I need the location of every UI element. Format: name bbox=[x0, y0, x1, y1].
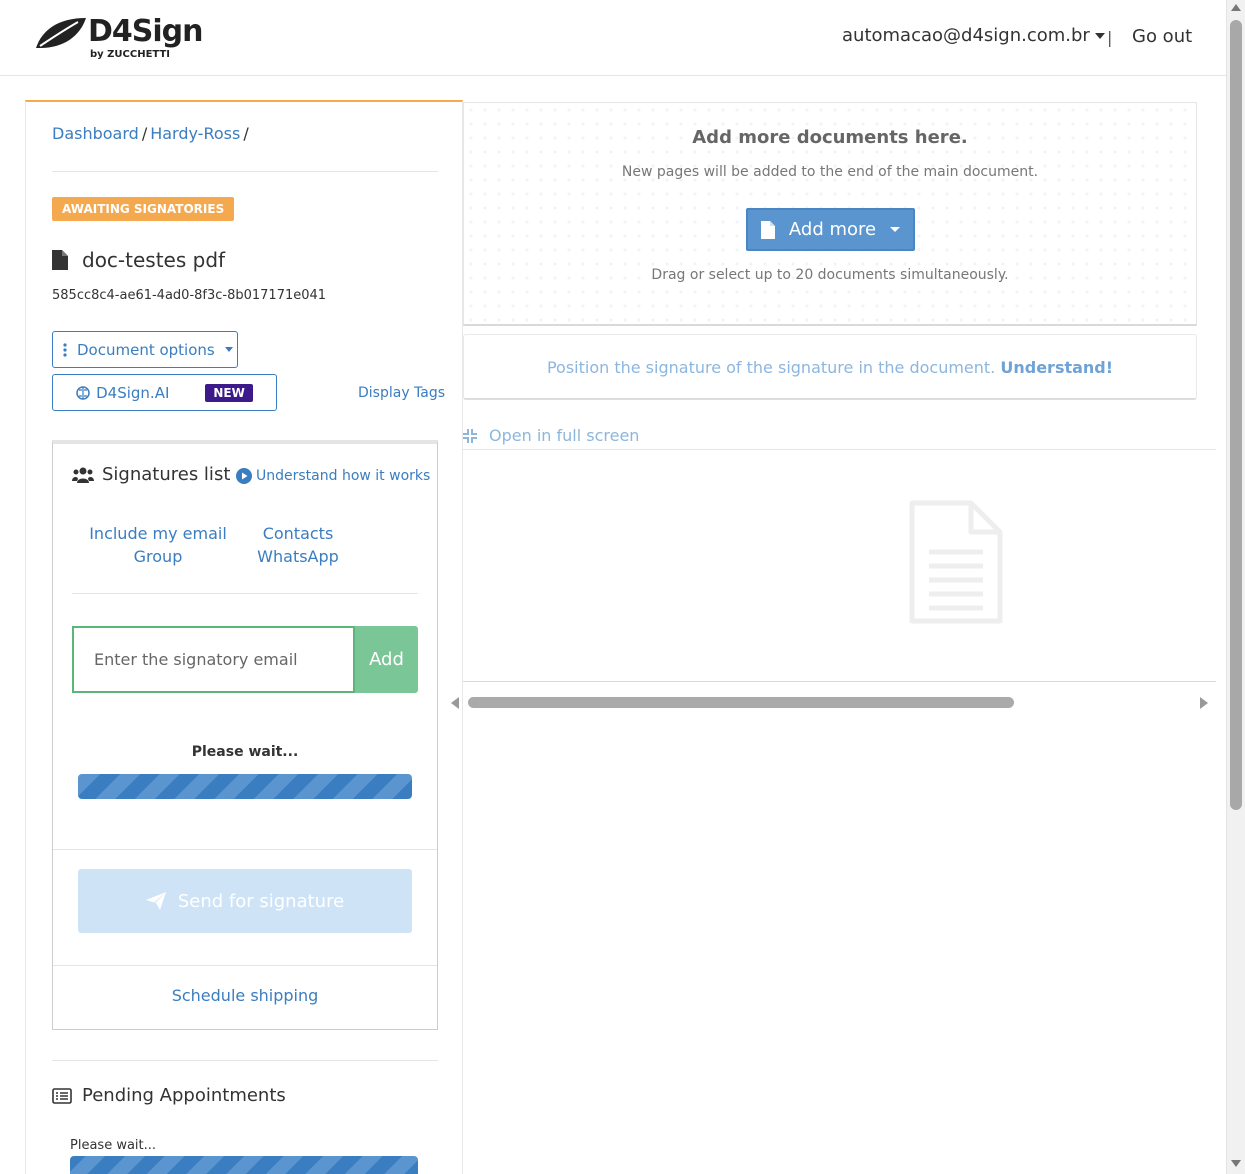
d4sign-ai-button[interactable]: D4Sign.AI NEW bbox=[52, 374, 277, 411]
open-full-screen-label: Open in full screen bbox=[489, 426, 640, 445]
signatory-shortcuts: Include my email Contacts Group WhatsApp bbox=[83, 522, 413, 568]
chevron-down-icon bbox=[1094, 33, 1105, 39]
document-name: doc-testes pdf bbox=[82, 248, 226, 272]
page-scrollbar[interactable] bbox=[1226, 0, 1245, 1174]
kebab-menu-icon bbox=[63, 342, 67, 357]
understand-how-label: Understand how it works bbox=[256, 468, 431, 484]
breadcrumb-sep: / bbox=[141, 124, 148, 143]
loading-progress-bar bbox=[70, 1156, 418, 1174]
divider bbox=[52, 1060, 438, 1061]
user-menu[interactable]: automacao@d4sign.com.br bbox=[842, 25, 1105, 46]
document-placeholder-icon bbox=[909, 500, 1003, 624]
leaf-logo-icon bbox=[36, 18, 86, 48]
upload-title: Add more documents here. bbox=[692, 127, 968, 148]
schedule-shipping-link[interactable]: Schedule shipping bbox=[53, 986, 437, 1005]
signatures-title-label: Signatures list bbox=[102, 464, 231, 485]
viewer-horizontal-scrollbar[interactable] bbox=[448, 693, 1216, 713]
top-header: D4Sign by ZUCCHETTI automacao@d4sign.com… bbox=[0, 0, 1226, 76]
pending-appointments-title: Pending Appointments bbox=[52, 1085, 286, 1106]
play-circle-icon bbox=[236, 468, 252, 484]
header-separator: | bbox=[1107, 28, 1113, 47]
understand-link[interactable]: Understand! bbox=[1000, 358, 1113, 377]
breadcrumb-dashboard[interactable]: Dashboard bbox=[52, 124, 139, 143]
document-options-button[interactable]: Document options bbox=[52, 331, 238, 368]
loading-progress-bar bbox=[78, 774, 412, 799]
signatures-title: Signatures list bbox=[72, 464, 230, 485]
position-hint-label: Position the signature of the signature … bbox=[546, 358, 996, 377]
scroll-down-icon[interactable] bbox=[1231, 1160, 1241, 1167]
understand-how-link[interactable]: Understand how it works bbox=[236, 468, 430, 484]
divider bbox=[52, 171, 438, 172]
chevron-down-icon bbox=[224, 347, 233, 352]
logo-subtext: by ZUCCHETTI bbox=[90, 49, 170, 60]
add-more-button[interactable]: Add more bbox=[746, 208, 915, 251]
loading-text: Please wait... bbox=[70, 1138, 157, 1153]
scroll-left-icon[interactable] bbox=[451, 697, 459, 709]
document-viewer bbox=[463, 449, 1216, 682]
ai-label: D4Sign.AI bbox=[96, 383, 170, 402]
position-signature-hint: Position the signature of the signature … bbox=[463, 334, 1197, 400]
group-link[interactable]: Group bbox=[83, 545, 233, 568]
scroll-right-icon[interactable] bbox=[1200, 697, 1208, 709]
d4sign-logo[interactable]: D4Sign by ZUCCHETTI bbox=[34, 14, 224, 64]
document-sidebar: Dashboard / Hardy-Ross / AWAITING SIGNATORI… bbox=[25, 100, 463, 1174]
open-full-screen-link[interactable]: Open in full screen bbox=[463, 426, 639, 445]
send-for-signature-button[interactable]: Send for signature bbox=[78, 869, 412, 933]
display-tags-link[interactable]: Display Tags bbox=[358, 385, 445, 401]
add-more-label: Add more bbox=[788, 219, 877, 240]
pending-appointments-label: Pending Appointments bbox=[82, 1085, 286, 1106]
signatory-email-input[interactable]: Enter the signatory email bbox=[72, 626, 355, 693]
divider bbox=[72, 593, 418, 594]
list-icon bbox=[52, 1087, 72, 1104]
logo-text: D4Sign bbox=[88, 14, 203, 49]
document-title: doc-testes pdf bbox=[52, 248, 225, 272]
signatures-panel: Signatures list Understand how it works … bbox=[52, 440, 438, 1030]
divider bbox=[53, 965, 437, 966]
send-for-signature-label: Send for signature bbox=[177, 890, 345, 912]
scrollbar-thumb[interactable] bbox=[1230, 20, 1242, 810]
add-signatory-button[interactable]: Add bbox=[355, 626, 418, 693]
status-badge: AWAITING SIGNATORIES bbox=[52, 197, 235, 221]
document-id: 585cc8c4-ae61-4ad0-8f3c-8b017171e041 bbox=[52, 288, 327, 303]
breadcrumb-sep: / bbox=[243, 124, 249, 143]
upload-subtitle: New pages will be added to the end of th… bbox=[621, 164, 1039, 180]
document-options-label: Document options bbox=[77, 340, 215, 359]
file-icon bbox=[52, 250, 68, 270]
divider bbox=[53, 849, 437, 850]
paper-plane-icon bbox=[145, 892, 166, 910]
position-hint-text: Position the signature of the signature … bbox=[464, 358, 1196, 377]
new-badge: NEW bbox=[205, 383, 253, 402]
upload-dropzone[interactable]: Add more documents here. New pages will … bbox=[463, 102, 1197, 326]
logout-link[interactable]: Go out bbox=[1132, 26, 1192, 47]
scrollbar-thumb[interactable] bbox=[468, 697, 1014, 708]
users-icon bbox=[72, 467, 94, 483]
scroll-up-icon[interactable] bbox=[1231, 4, 1241, 11]
breadcrumb-folder[interactable]: Hardy-Ross bbox=[150, 124, 240, 143]
include-my-email-link[interactable]: Include my email bbox=[83, 522, 233, 545]
breadcrumb: Dashboard / Hardy-Ross / bbox=[52, 124, 252, 143]
contacts-link[interactable]: Contacts bbox=[233, 522, 363, 545]
upload-hint: Drag or select up to 20 documents simult… bbox=[651, 267, 1009, 283]
brain-icon bbox=[76, 385, 90, 400]
whatsapp-link[interactable]: WhatsApp bbox=[233, 545, 363, 568]
file-icon bbox=[760, 220, 775, 239]
compress-icon bbox=[463, 428, 477, 443]
loading-text: Please wait... bbox=[191, 744, 299, 760]
chevron-down-icon bbox=[890, 227, 901, 232]
user-email: automacao@d4sign.com.br bbox=[842, 25, 1090, 46]
